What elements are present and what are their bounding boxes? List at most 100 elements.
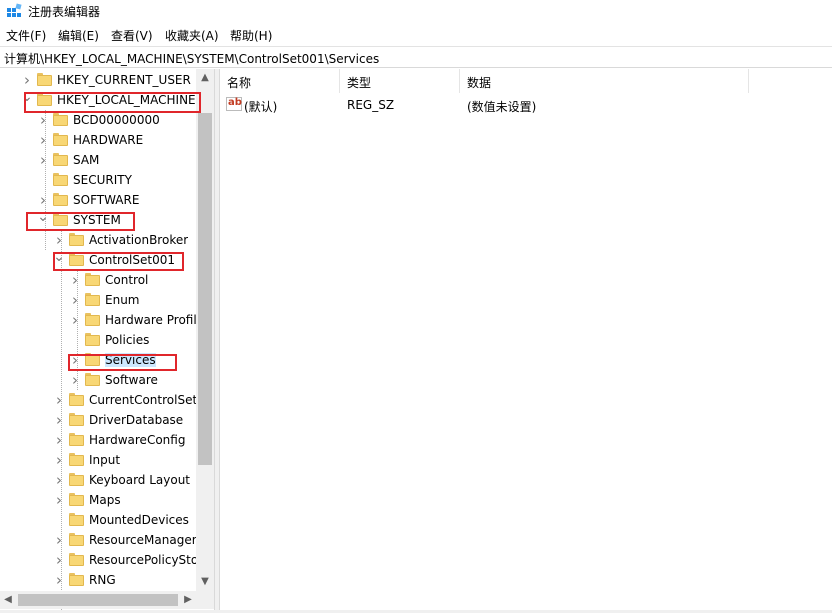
address-bar[interactable]: 计算机\HKEY_LOCAL_MACHINE\SYSTEM\ControlSet… [0, 46, 832, 68]
tree-node-label[interactable]: ControlSet001 [89, 253, 175, 267]
tree-node-label[interactable]: HardwareConfig [89, 433, 185, 447]
chevron-right-icon[interactable]: › [53, 472, 65, 488]
chevron-down-icon[interactable]: ⌄ [53, 249, 65, 265]
tree-node[interactable]: › ResourceManager [0, 530, 196, 550]
tree-node-label[interactable]: Keyboard Layout [89, 473, 190, 487]
tree-node[interactable]: › Enum [0, 290, 196, 310]
scroll-right-icon[interactable]: ▶ [180, 591, 196, 609]
chevron-right-icon[interactable]: › [69, 272, 81, 288]
tree-node[interactable]: › CurrentControlSet [0, 390, 196, 410]
menu-help[interactable]: 帮助(H) [230, 27, 272, 44]
tree-node-label[interactable]: BCD00000000 [73, 113, 160, 127]
chevron-right-icon[interactable]: › [69, 352, 81, 368]
column-header-name[interactable]: 名称 [220, 69, 340, 93]
values-list[interactable]: 名称 类型 数据 ab (默认) REG_SZ (数值未设置) [220, 69, 832, 610]
chevron-right-icon[interactable]: › [21, 72, 33, 88]
registry-tree[interactable]: › HKEY_CURRENT_USER ⌄ HKEY_LOCAL_MACHINE › BC… [0, 69, 214, 610]
tree-node-label[interactable]: SECURITY [73, 173, 132, 187]
tree-node-label[interactable]: ResourcePolicySto [89, 553, 196, 567]
tree-node-label[interactable]: DriverDatabase [89, 413, 183, 427]
tree-node[interactable]: › DriverDatabase [0, 410, 196, 430]
scroll-thumb[interactable] [198, 113, 212, 465]
tree-node[interactable]: › Keyboard Layout [0, 470, 196, 490]
tree-node[interactable]: SECURITY [0, 170, 196, 190]
column-header-type[interactable]: 类型 [340, 69, 460, 93]
chevron-right-icon[interactable]: › [53, 452, 65, 468]
scroll-down-icon[interactable]: ▼ [196, 573, 214, 591]
tree-node-label[interactable]: RNG [89, 573, 116, 587]
tree-node-label[interactable]: ActivationBroker [89, 233, 188, 247]
chevron-down-icon[interactable]: ⌄ [21, 89, 33, 105]
tree-node[interactable]: ⌄ SYSTEM [0, 209, 196, 230]
column-header-data[interactable]: 数据 [460, 69, 749, 93]
tree-node[interactable]: › Services [0, 350, 196, 370]
menu-file[interactable]: 文件(F) [6, 27, 46, 44]
scroll-left-icon[interactable]: ◀ [0, 591, 16, 609]
chevron-right-icon[interactable]: › [53, 412, 65, 428]
tree-node-label[interactable]: Maps [89, 493, 121, 507]
chevron-right-icon[interactable]: › [53, 232, 65, 248]
tree-node-label[interactable]: Software [105, 373, 158, 387]
tree-node[interactable]: › SOFTWARE [0, 190, 196, 210]
tree-node[interactable]: MountedDevices [0, 510, 196, 530]
tree-node[interactable]: › Maps [0, 490, 196, 510]
chevron-right-icon[interactable]: › [53, 492, 65, 508]
folder-icon [69, 233, 84, 246]
tree-node-label[interactable]: Input [89, 453, 120, 467]
tree-node[interactable]: › BCD00000000 [0, 110, 196, 130]
tree-node-label[interactable]: SOFTWARE [73, 193, 139, 207]
chevron-right-icon[interactable]: › [37, 132, 49, 148]
tree-node-label[interactable]: Control [105, 273, 148, 287]
chevron-right-icon[interactable]: › [53, 552, 65, 568]
tree-node[interactable]: › Hardware Profil [0, 310, 196, 330]
list-item[interactable]: ab (默认) REG_SZ (数值未设置) [220, 95, 832, 115]
scroll-up-icon[interactable]: ▲ [196, 69, 214, 87]
tree-node[interactable]: › Software [0, 370, 196, 390]
tree-node-label[interactable]: Hardware Profil [105, 313, 196, 327]
tree-node-label[interactable]: Policies [105, 333, 149, 347]
folder-icon [85, 373, 100, 386]
tree-node-label[interactable]: MountedDevices [89, 513, 189, 527]
chevron-right-icon[interactable]: › [37, 192, 49, 208]
chevron-right-icon[interactable]: › [69, 292, 81, 308]
chevron-right-icon[interactable]: › [53, 432, 65, 448]
tree-node-label[interactable]: CurrentControlSet [89, 393, 196, 407]
tree-vertical-scrollbar[interactable]: ▲ ▼ [196, 69, 214, 591]
chevron-right-icon[interactable]: › [69, 312, 81, 328]
chevron-down-icon[interactable]: ⌄ [37, 209, 49, 225]
tree-node[interactable]: › RNG [0, 570, 196, 590]
chevron-right-icon[interactable]: › [37, 112, 49, 128]
tree-node-label[interactable]: Services [105, 353, 156, 367]
tree-node-label[interactable]: HKEY_LOCAL_MACHINE [57, 93, 196, 107]
tree-node-label[interactable]: SAM [73, 153, 99, 167]
tree-node-label[interactable]: Enum [105, 293, 139, 307]
chevron-right-icon[interactable]: › [69, 372, 81, 388]
tree-node-label[interactable]: HKEY_CURRENT_USER [57, 73, 191, 87]
chevron-right-icon[interactable]: › [53, 572, 65, 588]
tree-node[interactable]: › HKEY_CURRENT_USER [0, 70, 196, 90]
menu-view[interactable]: 查看(V) [111, 27, 153, 44]
tree-node[interactable]: › HardwareConfig [0, 430, 196, 450]
tree-node[interactable]: › Input [0, 450, 196, 470]
tree-node[interactable]: ⌄ ControlSet001 [0, 249, 196, 270]
address-path[interactable]: 计算机\HKEY_LOCAL_MACHINE\SYSTEM\ControlSet… [4, 50, 379, 67]
tree-node-label[interactable]: SYSTEM [73, 213, 121, 227]
chevron-right-icon[interactable]: › [53, 532, 65, 548]
tree-node[interactable]: › Control [0, 270, 196, 290]
tree-node[interactable]: › SAM [0, 150, 196, 170]
tree-node[interactable]: ⌄ HKEY_LOCAL_MACHINE [0, 89, 196, 110]
tree-node[interactable]: › HARDWARE [0, 130, 196, 150]
tree-horizontal-scrollbar[interactable]: ◀ ▶ [0, 591, 196, 609]
tree-node-label[interactable]: ResourceManager [89, 533, 196, 547]
tree-node[interactable]: › ActivationBroker [0, 230, 196, 250]
chevron-right-icon[interactable]: › [53, 392, 65, 408]
tree-node[interactable]: › ResourcePolicySto [0, 550, 196, 570]
menu-favorites[interactable]: 收藏夹(A) [165, 27, 219, 44]
tree-node[interactable]: Policies [0, 330, 196, 350]
folder-icon [69, 473, 84, 486]
chevron-right-icon[interactable]: › [37, 152, 49, 168]
menu-edit[interactable]: 编辑(E) [58, 27, 99, 44]
scroll-thumb-horizontal[interactable] [18, 594, 178, 606]
tree-node-label[interactable]: HARDWARE [73, 133, 143, 147]
